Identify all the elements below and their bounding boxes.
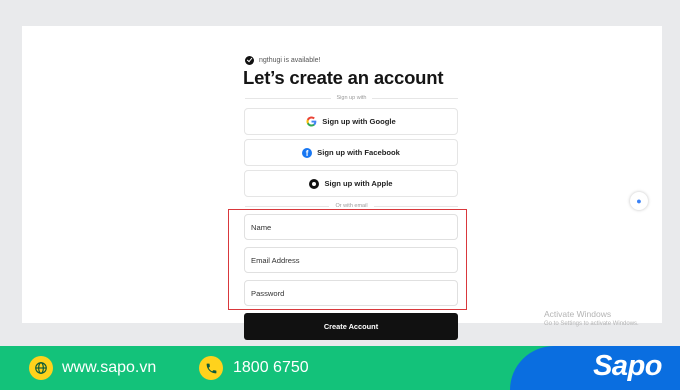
- website-text: www.sapo.vn: [62, 359, 157, 376]
- google-signup-label: Sign up with Google: [322, 117, 396, 126]
- availability-text: ngthugi is available!: [259, 56, 321, 64]
- apple-signup-label: Sign up with Apple: [324, 179, 393, 188]
- floating-drop-icon[interactable]: ●: [630, 192, 648, 210]
- facebook-icon: f: [302, 147, 313, 158]
- watermark-title: Activate Windows: [544, 309, 612, 319]
- footer-logo-area: Sapo: [510, 346, 680, 390]
- sapo-logo: Sapo: [593, 350, 662, 382]
- check-circle-icon: [245, 55, 254, 65]
- availability-status: ngthugi is available!: [245, 54, 321, 66]
- page-title: Let’s create an account: [243, 67, 444, 88]
- google-icon: [306, 116, 317, 127]
- watermark-subtitle: Go to Settings to activate Windows.: [544, 321, 639, 327]
- email-field[interactable]: [244, 247, 458, 273]
- create-account-button[interactable]: Create Account: [244, 313, 458, 340]
- signup-screen: ngthugi is available! Let’s create an ac…: [22, 26, 662, 340]
- windows-watermark: Activate Windows Go to Settings to activ…: [544, 309, 639, 327]
- google-signup-button[interactable]: Sign up with Google: [244, 108, 458, 135]
- signup-with-divider: Sign up with: [245, 93, 458, 103]
- password-field[interactable]: [244, 280, 458, 306]
- footer-bar: www.sapo.vn 1800 6750 Sapo: [0, 346, 680, 390]
- phone-number-text: 1800 6750: [233, 359, 309, 376]
- phone-icon: [199, 356, 223, 380]
- apple-icon: [309, 178, 320, 189]
- facebook-signup-label: Sign up with Facebook: [317, 148, 400, 157]
- apple-signup-button[interactable]: Sign up with Apple: [244, 170, 458, 197]
- globe-icon: [29, 356, 53, 380]
- signup-with-label: Sign up with: [336, 95, 367, 101]
- name-field[interactable]: [244, 214, 458, 240]
- facebook-signup-button[interactable]: f Sign up with Facebook: [244, 139, 458, 166]
